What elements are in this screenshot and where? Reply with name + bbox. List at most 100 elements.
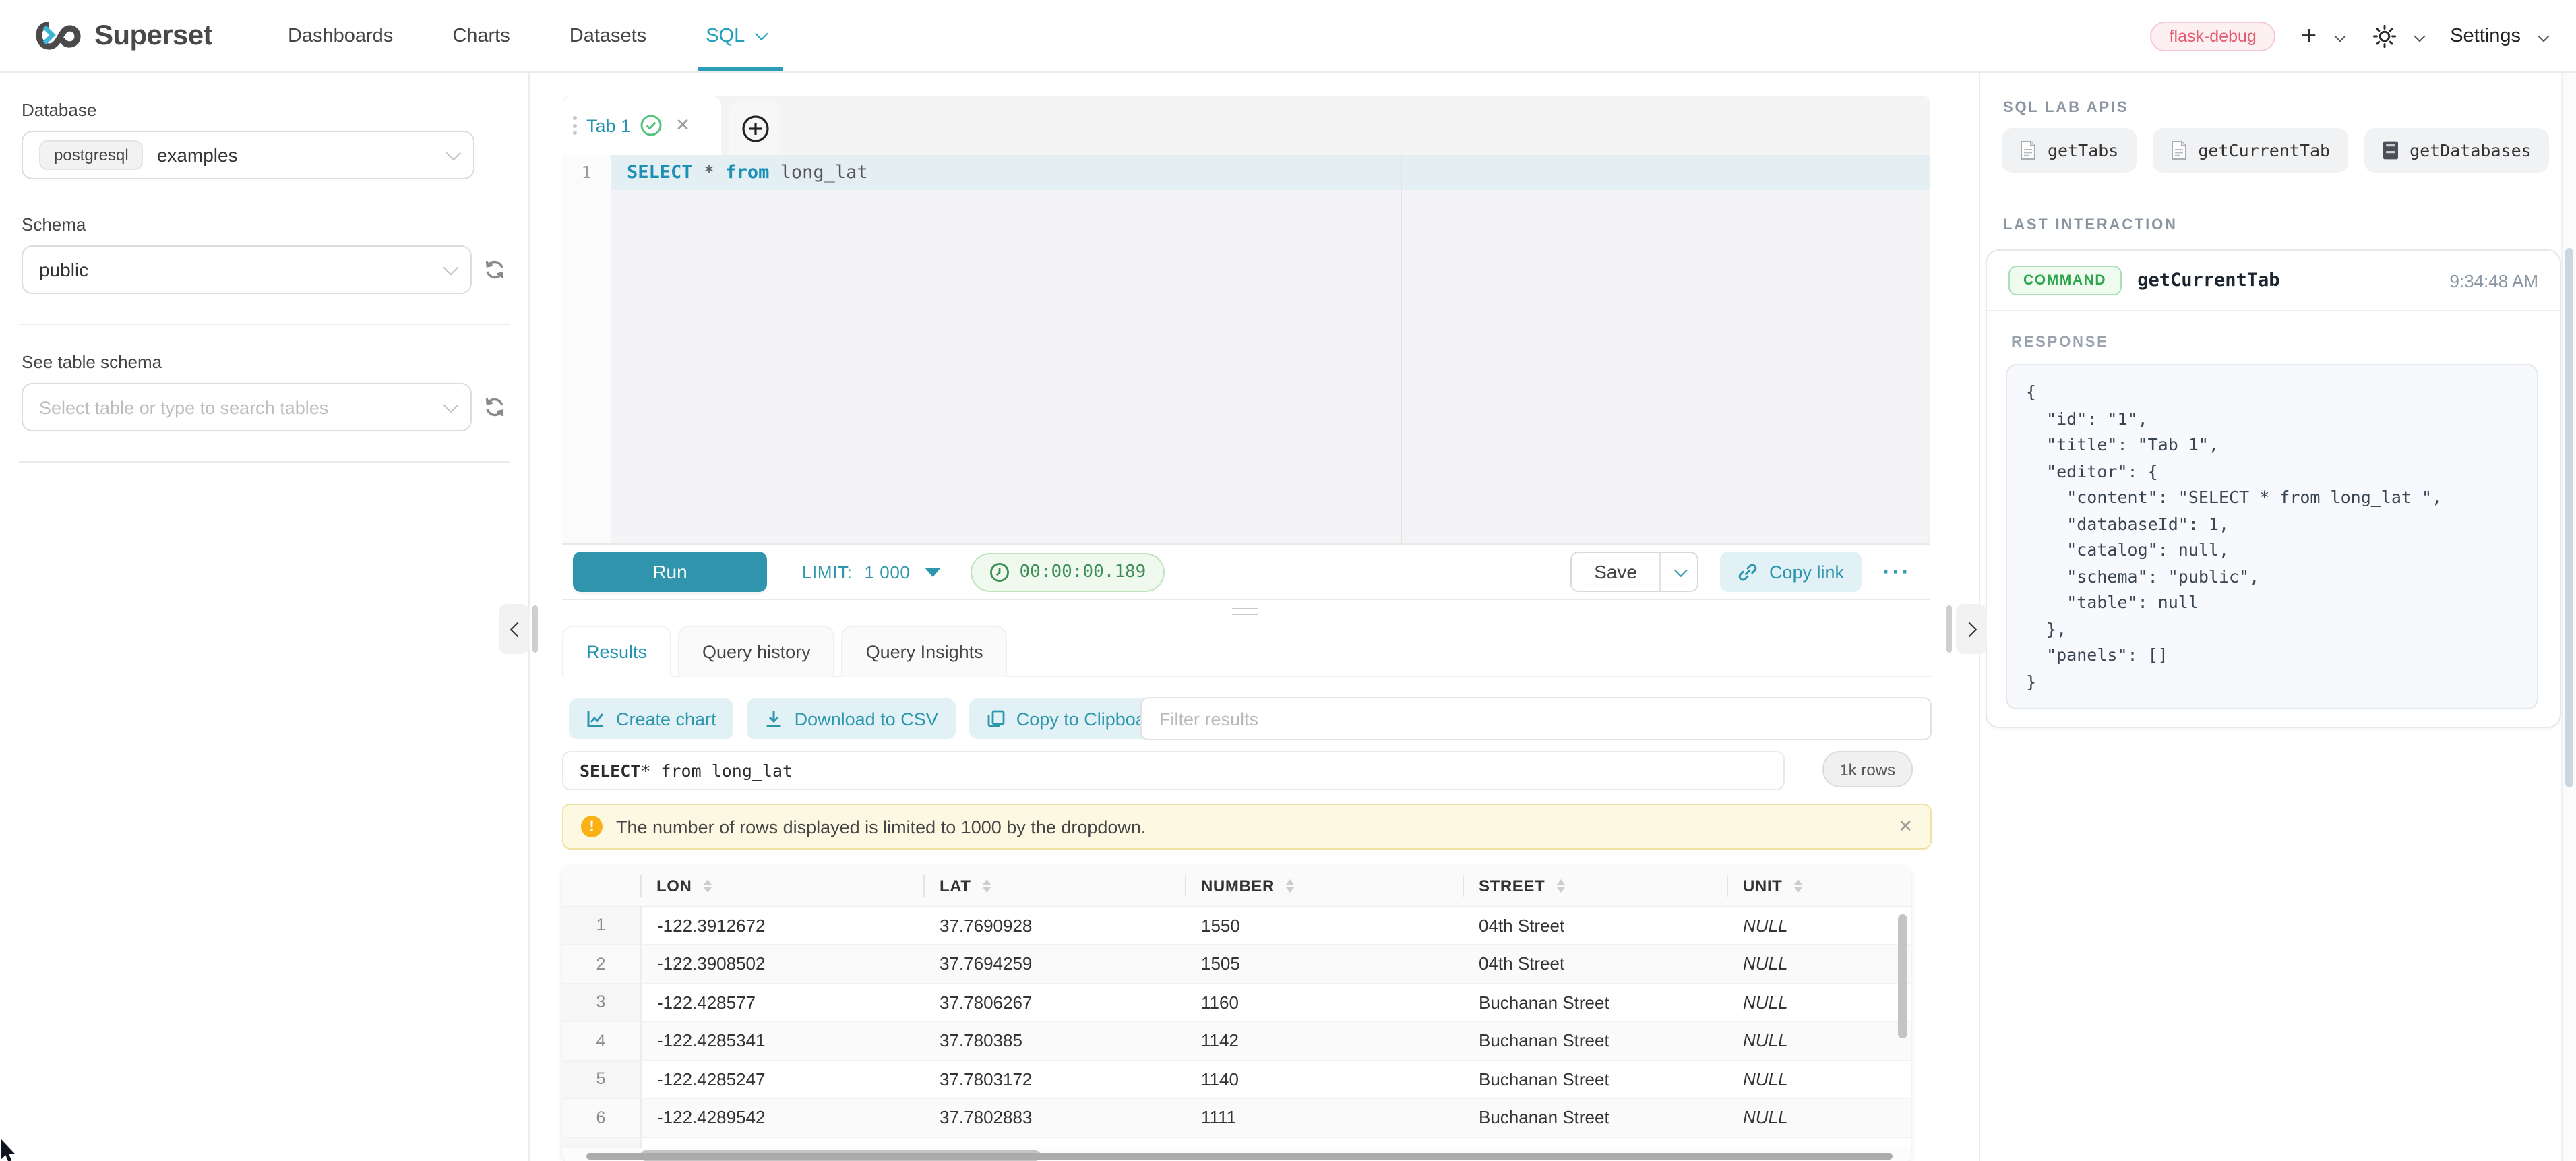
app-root: Superset Dashboards Charts Datasets SQL … <box>0 0 2576 1161</box>
create-chart-label: Create chart <box>616 709 716 729</box>
save-button[interactable]: Save <box>1571 553 1660 591</box>
close-tab-icon[interactable]: ✕ <box>675 115 690 136</box>
tab-results[interactable]: Results <box>562 626 671 677</box>
sort-icon <box>1557 879 1565 893</box>
col-header-unit[interactable]: UNIT <box>1727 866 1911 906</box>
warning-text: The number of rows displayed is limited … <box>616 816 1146 837</box>
copy-icon <box>987 709 1006 728</box>
create-chart-button[interactable]: Create chart <box>569 698 734 739</box>
save-options-caret[interactable] <box>1660 553 1698 591</box>
sqllab-api-panel: SQL LAB APIS getTabs getCurrentTab getDa… <box>1979 73 2576 1161</box>
table-row[interactable]: 4 -122.428534137.780385 1142Buchanan Str… <box>562 1021 1911 1060</box>
table-select-placeholder: Select table or type to search tables <box>39 397 328 417</box>
nav-dashboards[interactable]: Dashboards <box>288 0 393 71</box>
table-row[interactable]: 1 -122.391267237.7690928 155004th Street… <box>562 906 1911 945</box>
clock-icon <box>990 562 1010 582</box>
row-count-badge: 1k rows <box>1822 751 1913 787</box>
limit-dropdown[interactable]: LIMIT: 1 000 <box>802 562 942 582</box>
limit-value: 1 000 <box>864 562 910 582</box>
pane-resize-grip[interactable] <box>1232 608 1258 619</box>
refresh-icon[interactable] <box>483 395 507 419</box>
save-split-button: Save <box>1570 552 1699 592</box>
table-vertical-scrollbar[interactable] <box>1898 914 1907 1038</box>
chevron-down-icon[interactable] <box>2414 30 2425 42</box>
table-row[interactable]: 5 -122.428524737.7803172 1140Buchanan St… <box>562 1060 1911 1098</box>
command-timestamp: 9:34:48 AM <box>2449 270 2538 291</box>
run-query-button[interactable]: Run <box>573 552 767 592</box>
environment-badge: flask-debug <box>2151 21 2275 51</box>
refresh-icon[interactable] <box>483 258 507 282</box>
download-icon <box>765 709 784 728</box>
col-header-lat[interactable]: LAT <box>923 866 1185 906</box>
tab-query-history[interactable]: Query history <box>678 626 835 677</box>
results-tabbar: Results Query history Query Insights <box>562 626 1932 677</box>
sqllab-left-sidebar: Database postgresql examples Schema publ… <box>0 73 530 1161</box>
chevron-down-icon <box>446 146 462 161</box>
sql-editor[interactable]: 1 SELECT * from long_lat <box>562 155 1930 543</box>
panel-scrollbar[interactable] <box>2561 73 2576 1161</box>
results-table-wrap: LON LAT NUMBER STREET UNIT 1 -122.391267… <box>562 866 1911 1161</box>
tab-query-insights[interactable]: Query Insights <box>842 626 1008 677</box>
copy-link-button[interactable]: Copy link <box>1721 552 1862 592</box>
table-select[interactable]: Select table or type to search tables <box>22 383 472 431</box>
line-chart-icon <box>586 709 605 728</box>
divider <box>19 324 510 325</box>
collapse-left-panel-button[interactable] <box>499 604 530 654</box>
query-tab-title: Tab 1 <box>586 115 631 136</box>
download-csv-button[interactable]: Download to CSV <box>747 698 956 739</box>
nav-sql[interactable]: SQL <box>706 0 764 71</box>
filter-results-input[interactable] <box>1140 697 1932 740</box>
drag-handle-icon[interactable] <box>573 116 577 135</box>
close-icon[interactable]: ✕ <box>1898 816 1913 837</box>
print-margin-line <box>1401 155 1402 543</box>
nav-charts[interactable]: Charts <box>452 0 510 71</box>
row-number-header <box>562 866 640 906</box>
success-check-icon <box>640 115 662 136</box>
database-select[interactable]: postgresql examples <box>22 131 474 179</box>
sidebar-drag-bar[interactable] <box>532 605 538 653</box>
gettabs-button[interactable]: getTabs <box>2002 128 2136 173</box>
query-tab[interactable]: Tab 1 ✕ <box>562 96 721 155</box>
collapse-right-panel-button[interactable] <box>1956 604 1987 654</box>
file-cabinet-icon <box>2381 140 2399 160</box>
plus-icon[interactable]: + <box>2301 22 2317 49</box>
chevron-down-icon[interactable] <box>2538 30 2550 42</box>
table-row-partial <box>562 1137 1911 1148</box>
app-logo[interactable]: Superset <box>35 20 212 52</box>
editor-gutter <box>562 155 611 543</box>
sort-icon <box>1287 879 1295 893</box>
brand-name: Superset <box>94 20 212 52</box>
settings-menu[interactable]: Settings <box>2450 25 2521 47</box>
api-buttons: getTabs getCurrentTab getDatabases <box>2002 128 2549 173</box>
main-nav: Dashboards Charts Datasets SQL <box>288 0 764 71</box>
nav-datasets[interactable]: Datasets <box>570 0 646 71</box>
table-row[interactable]: 2 -122.390850237.7694259 150504th Street… <box>562 945 1911 983</box>
sort-icon <box>704 879 712 893</box>
col-header-lon[interactable]: LON <box>640 866 923 906</box>
add-tab-button[interactable] <box>729 101 780 155</box>
database-value: examples <box>157 144 238 166</box>
page-horizontal-scrollbar[interactable] <box>586 1153 1893 1160</box>
query-preview[interactable]: SELECT * from long_lat <box>562 751 1785 790</box>
col-header-number[interactable]: NUMBER <box>1185 866 1463 906</box>
response-code-block: { "id": "1", "title": "Tab 1", "editor":… <box>2006 364 2538 709</box>
sun-theme-icon[interactable] <box>2372 24 2396 48</box>
chevron-left-icon <box>510 622 525 637</box>
schema-select[interactable]: public <box>22 245 472 294</box>
scrollbar-thumb <box>2565 248 2573 787</box>
divider <box>19 461 510 463</box>
col-header-street[interactable]: STREET <box>1463 866 1727 906</box>
active-tab-underline <box>698 67 783 71</box>
sort-icon <box>1794 879 1802 893</box>
chevron-down-icon[interactable] <box>2334 30 2345 42</box>
table-row[interactable]: 6 -122.428954237.7802883 1111Buchanan St… <box>562 1098 1911 1137</box>
getcurrenttab-button[interactable]: getCurrentTab <box>2152 128 2348 173</box>
timer-value: 00:00:00.189 <box>1020 562 1146 582</box>
getdatabases-button[interactable]: getDatabases <box>2364 128 2549 173</box>
more-options-button[interactable]: ··· <box>1883 560 1911 583</box>
copy-link-label: Copy link <box>1769 562 1844 582</box>
last-interaction-card: COMMAND getCurrentTab 9:34:48 AM RESPONS… <box>1986 249 2561 728</box>
panel-drag-bar[interactable] <box>1946 605 1952 653</box>
link-icon <box>1738 562 1758 582</box>
table-row[interactable]: 3 -122.42857737.7806267 1160Buchanan Str… <box>562 983 1911 1021</box>
